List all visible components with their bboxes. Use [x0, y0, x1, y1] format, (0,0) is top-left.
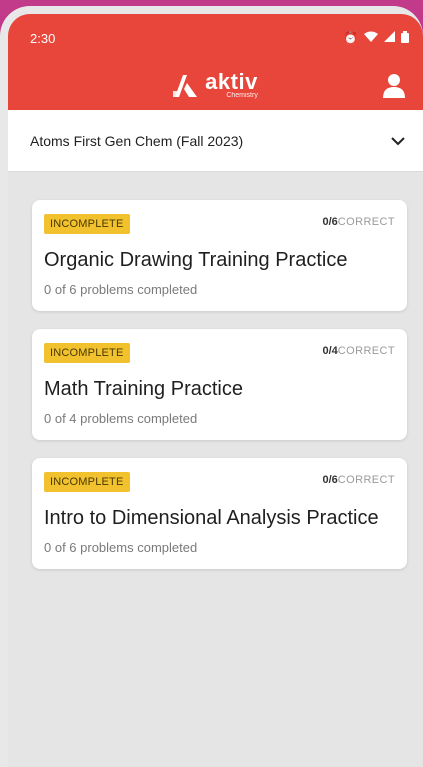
- logo-text: aktiv: [205, 69, 258, 94]
- course-selector[interactable]: Atoms First Gen Chem (Fall 2023): [8, 110, 423, 172]
- status-bar: 2:30 ⏰: [8, 14, 423, 62]
- assignment-progress: 0 of 4 problems completed: [44, 411, 198, 426]
- course-selected: Atoms First Gen Chem (Fall 2023): [30, 132, 244, 149]
- assignment-title: Organic Drawing Training Practice: [44, 249, 348, 271]
- screen: 2:30 ⏰ aktiv Chemistry Atoms First Gen C…: [8, 14, 423, 767]
- logo-subtitle: Chemistry: [226, 92, 258, 99]
- aktiv-logo: aktiv Chemistry: [173, 71, 258, 99]
- status-badge: INCOMPLETE: [44, 472, 130, 492]
- assignment-card[interactable]: INCOMPLETE 0/6CORRECT Intro to Dimension…: [32, 458, 407, 569]
- aktiv-logo-icon: [173, 75, 198, 97]
- score: 0/6CORRECT: [322, 474, 395, 486]
- status-time: 2:30: [30, 30, 56, 46]
- assignment-title: Intro to Dimensional Analysis Practice: [44, 507, 379, 529]
- status-badge: INCOMPLETE: [44, 343, 130, 363]
- battery-icon: [401, 30, 409, 46]
- chevron-down-icon: [391, 133, 405, 149]
- assignment-card[interactable]: INCOMPLETE 0/6CORRECT Organic Drawing Tr…: [32, 200, 407, 311]
- alarm-icon: ⏰: [343, 31, 358, 45]
- status-icons: ⏰: [343, 30, 409, 46]
- profile-icon[interactable]: [383, 74, 405, 98]
- score: 0/6CORRECT: [322, 216, 395, 228]
- app-bar: aktiv Chemistry: [8, 62, 423, 110]
- assignment-progress: 0 of 6 problems completed: [44, 282, 198, 297]
- signal-icon: [384, 31, 395, 45]
- assignment-card[interactable]: INCOMPLETE 0/4CORRECT Math Training Prac…: [32, 329, 407, 440]
- assignment-progress: 0 of 6 problems completed: [44, 540, 198, 555]
- status-badge: INCOMPLETE: [44, 214, 130, 234]
- phone-frame: 2:30 ⏰ aktiv Chemistry Atoms First Gen C…: [0, 6, 423, 767]
- assignment-title: Math Training Practice: [44, 378, 243, 400]
- wifi-icon: [364, 31, 378, 46]
- score: 0/4CORRECT: [322, 345, 395, 357]
- assignment-list: INCOMPLETE 0/6CORRECT Organic Drawing Tr…: [8, 172, 423, 569]
